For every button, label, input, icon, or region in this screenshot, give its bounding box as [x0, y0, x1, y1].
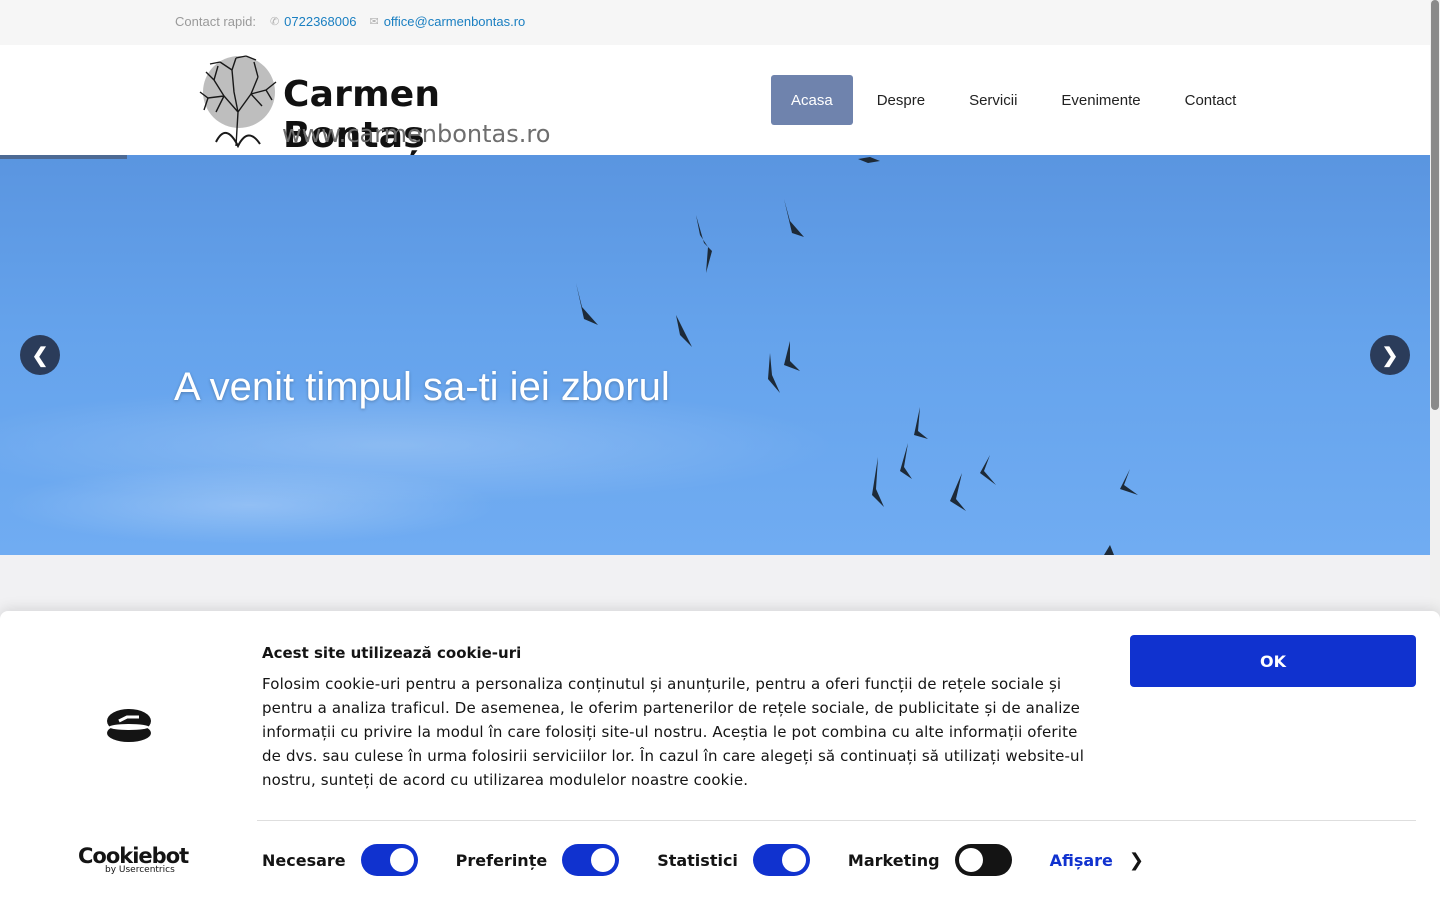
- necesare-switch[interactable]: [360, 844, 418, 876]
- show-details-label: Afișare: [1049, 850, 1113, 870]
- top-contact-bar: Contact rapid: ✆ 0722368006 ✉ office@car…: [0, 0, 1430, 45]
- mail-icon: ✉: [369, 16, 379, 28]
- toggle-label: Preferințe: [455, 850, 548, 870]
- contact-label: Contact rapid:: [175, 14, 256, 29]
- slide-progress-bar: [0, 155, 127, 159]
- nav-item-contact[interactable]: Contact: [1165, 75, 1257, 125]
- birds-image: [576, 157, 1138, 555]
- cookie-banner-title: Acest site utilizează cookie-uri: [262, 644, 522, 662]
- slide-caption: A venit timpul sa-ti iei zborul: [174, 365, 670, 409]
- tree-head-icon: [199, 55, 277, 148]
- switch-knob: [781, 848, 806, 872]
- nav-item-servicii[interactable]: Servicii: [949, 75, 1037, 125]
- marketing-switch[interactable]: [954, 844, 1012, 876]
- toggle-label: Necesare: [262, 850, 346, 870]
- site-header: Carmen Bontaș www.carmenbontas.ro Acasa …: [0, 45, 1430, 156]
- cookie-banner-text: Folosim cookie-uri pentru a personaliza …: [262, 675, 1085, 789]
- cookie-category-toggles: Necesare Preferințe Statistici Marketing…: [262, 844, 1144, 876]
- phone-icon: ✆: [269, 16, 280, 28]
- switch-knob: [958, 848, 983, 872]
- slider-next-button[interactable]: ❯: [1370, 335, 1410, 375]
- ok-button[interactable]: OK: [1130, 635, 1416, 687]
- switch-knob: [389, 848, 414, 872]
- phone-link[interactable]: 0722368006: [284, 14, 356, 29]
- toggle-label: Statistici: [657, 850, 738, 870]
- scrollbar-thumb[interactable]: [1431, 0, 1439, 410]
- cookiebot-icon: [107, 709, 151, 742]
- chevron-right-icon: ❯: [1128, 849, 1144, 871]
- toggle-statistici: Statistici: [657, 844, 810, 876]
- cookie-consent-banner: Cookiebot by Usercentrics Acest site uti…: [0, 611, 1440, 900]
- toggle-label: Marketing: [847, 850, 940, 870]
- hero-slider: A venit timpul sa-ti iei zborul ❮ ❯: [0, 155, 1430, 555]
- toggle-preferinte: Preferințe: [456, 844, 620, 876]
- divider: [257, 820, 1416, 821]
- logo-url-text: www.carmenbontas.ro: [282, 120, 551, 148]
- cookiebot-by-text: by Usercentrics: [105, 865, 175, 875]
- show-details-link[interactable]: Afișare ❯: [1050, 850, 1144, 871]
- chevron-left-icon: ❮: [31, 344, 49, 367]
- chevron-right-icon: ❯: [1381, 344, 1399, 367]
- nav-item-despre[interactable]: Despre: [857, 75, 945, 125]
- main-navigation: Acasa Despre Servicii Evenimente Contact: [771, 75, 1260, 125]
- toggle-marketing: Marketing: [848, 844, 1012, 876]
- contact-info: Contact rapid: ✆ 0722368006 ✉ office@car…: [175, 14, 538, 29]
- slider-prev-button[interactable]: ❮: [20, 335, 60, 375]
- preferinte-switch[interactable]: [562, 844, 620, 876]
- nav-item-evenimente[interactable]: Evenimente: [1041, 75, 1160, 125]
- email-link[interactable]: office@carmenbontas.ro: [384, 14, 526, 29]
- nav-item-acasa[interactable]: Acasa: [771, 75, 853, 125]
- statistici-switch[interactable]: [752, 844, 810, 876]
- site-logo[interactable]: Carmen Bontaș www.carmenbontas.ro: [196, 50, 586, 156]
- switch-knob: [591, 848, 616, 872]
- toggle-necesare: Necesare: [262, 844, 418, 876]
